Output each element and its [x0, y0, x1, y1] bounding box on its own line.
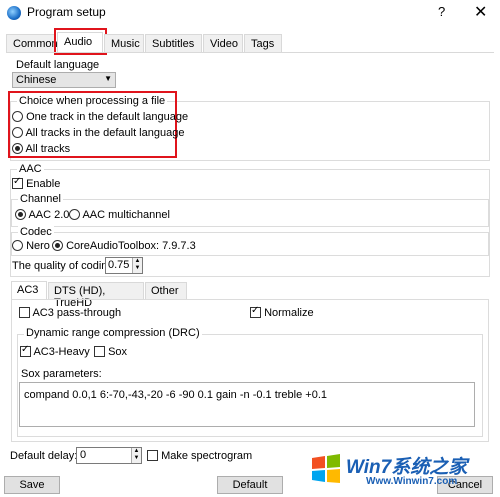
chevron-down-icon: ▼ [104, 74, 112, 83]
watermark-logo: Win7系统之家 Www.Winwin7.com [308, 448, 498, 494]
checkbox[interactable] [250, 305, 261, 318]
radio-label: Nero [26, 240, 50, 252]
default-delay-stepper[interactable]: 0 ▲ ▼ [76, 447, 142, 464]
window-title: Program setup [27, 5, 106, 19]
stepper-arrows-icon[interactable]: ▲ ▼ [131, 448, 141, 463]
radio-button[interactable] [12, 111, 23, 122]
app-icon [7, 6, 21, 20]
checkbox-label: Make spectrogram [161, 450, 253, 462]
checkbox[interactable] [147, 450, 158, 461]
checkbox[interactable] [12, 176, 23, 189]
radio-button[interactable] [69, 209, 80, 220]
close-button[interactable]: ✕ [474, 2, 487, 22]
radio-label: AAC multichannel [82, 209, 170, 221]
coding-quality-stepper[interactable]: 0.75 ▲ ▼ [105, 257, 143, 274]
drc-label: Dynamic range compression (DRC) [24, 327, 202, 339]
radio-button[interactable] [15, 209, 26, 220]
sox-parameters-value: compand 0.0,1 6:-70,-43,-20 -6 -90 0.1 g… [24, 389, 327, 401]
checkbox[interactable] [19, 307, 30, 318]
checkbox-label: AC3 pass-through [32, 307, 122, 319]
watermark-url: Www.Winwin7.com [366, 476, 458, 487]
tab-video[interactable]: Video [203, 34, 243, 52]
tab-subtitles[interactable]: Subtitles [145, 34, 202, 52]
aac-enable-checkbox[interactable]: Enable [12, 176, 61, 190]
checkbox-label: Enable [26, 178, 61, 190]
radio-label: CoreAudioToolbox: 7.9.7.3 [66, 240, 196, 252]
checkbox-label: AC3-Heavy [33, 346, 90, 358]
radio-button[interactable] [52, 240, 63, 251]
default-language-value: Chinese [16, 74, 57, 86]
radio-label: All tracks [25, 143, 71, 155]
watermark-text: Win7系统之家 [346, 457, 468, 478]
radio-button[interactable] [12, 240, 23, 251]
subtab-dts[interactable]: DTS (HD), TrueHD [48, 282, 144, 309]
radio-all-tracks-default-language[interactable]: All tracks in the default language [12, 127, 184, 139]
radio-aac-multichannel[interactable]: AAC multichannel [69, 209, 170, 221]
channel-label: Channel [18, 193, 63, 205]
make-spectrogram-checkbox[interactable]: Make spectrogram [147, 450, 252, 462]
tab-divider [6, 52, 494, 53]
sox-parameters-label: Sox parameters: [21, 368, 102, 380]
default-language-label: Default language [16, 59, 100, 71]
subtab-other[interactable]: Other [145, 282, 187, 299]
checkbox[interactable] [94, 346, 105, 357]
radio-all-tracks[interactable]: All tracks [12, 143, 70, 155]
normalize-checkbox[interactable]: Normalize [250, 305, 314, 319]
radio-aac-2-0[interactable]: AAC 2.0 [15, 209, 69, 221]
stepper-arrows-icon[interactable]: ▲ ▼ [132, 258, 142, 273]
default-button[interactable]: Default [217, 476, 283, 494]
default-language-dropdown[interactable]: Chinese ▼ [12, 72, 116, 88]
save-button[interactable]: Save [4, 476, 60, 494]
default-delay-value: 0 [80, 449, 87, 461]
checkbox-label: Sox [108, 346, 128, 358]
sox-parameters-textbox[interactable]: compand 0.0,1 6:-70,-43,-20 -6 -90 0.1 g… [19, 382, 475, 427]
codec-label: Codec [18, 226, 54, 238]
radio-button[interactable] [12, 143, 23, 154]
tab-common[interactable]: Common [6, 34, 58, 52]
radio-button[interactable] [12, 127, 23, 138]
subtab-ac3[interactable]: AC3 [11, 281, 47, 300]
radio-label: AAC 2.0 [28, 209, 70, 221]
radio-label: One track in the default language [26, 111, 189, 123]
checkbox-label: Normalize [264, 307, 314, 319]
sox-checkbox[interactable]: Sox [94, 346, 127, 358]
aac-label: AAC [17, 163, 44, 175]
radio-label: All tracks in the default language [25, 127, 185, 139]
coding-quality-label: The quality of coding [12, 260, 114, 272]
highlight-box-audio-tab [54, 28, 107, 55]
ac3-heavy-checkbox[interactable]: AC3-Heavy [20, 344, 90, 358]
ac3-passthrough-checkbox[interactable]: AC3 pass-through [19, 307, 121, 319]
tab-tags[interactable]: Tags [244, 34, 282, 52]
help-button[interactable]: ? [438, 4, 445, 19]
radio-nero[interactable]: Nero [12, 240, 50, 252]
radio-one-track[interactable]: One track in the default language [12, 111, 188, 123]
radio-coreaudiotoolbox[interactable]: CoreAudioToolbox: 7.9.7.3 [52, 240, 196, 252]
default-delay-label: Default delay: [10, 450, 78, 462]
tab-music[interactable]: Music [104, 34, 144, 52]
checkbox[interactable] [20, 344, 31, 357]
coding-quality-value: 0.75 [108, 259, 130, 271]
